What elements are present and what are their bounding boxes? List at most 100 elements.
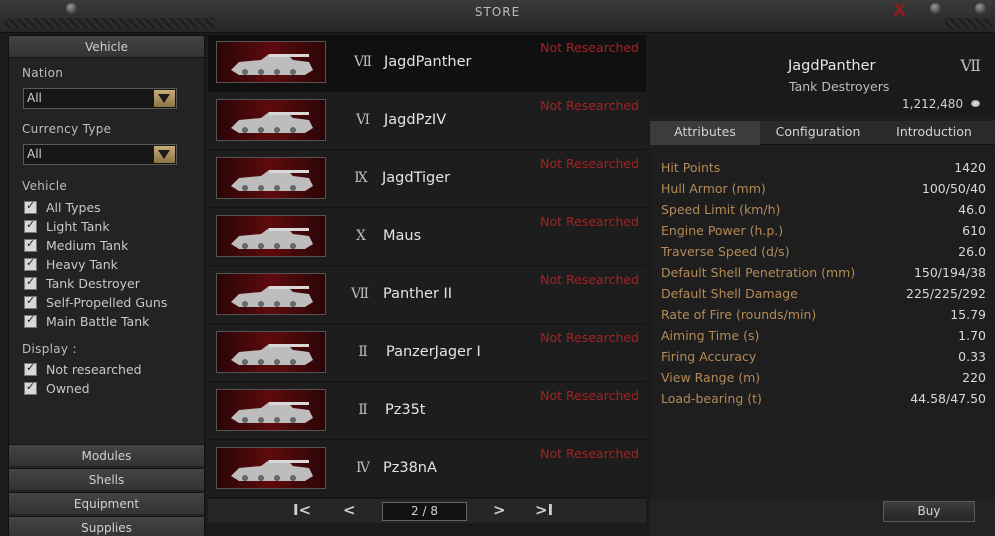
filter-light-tank[interactable]: Light Tank	[24, 217, 110, 235]
tab-attributes[interactable]: Attributes	[650, 121, 760, 145]
currency-type-value: All	[27, 147, 42, 161]
filter-tank-destroyer[interactable]: Tank Destroyer	[24, 274, 140, 292]
research-status: Not Researched	[540, 156, 639, 171]
buy-button[interactable]: Buy	[883, 501, 975, 522]
filter-all-types[interactable]: All Types	[24, 198, 101, 216]
attribute-name: Hit Points	[661, 160, 721, 175]
tank-row[interactable]: Ⅱ Pz35t Not Researched	[208, 383, 646, 440]
attribute-value: 610	[962, 223, 986, 238]
attribute-name: Aiming Time (s)	[661, 328, 760, 343]
attribute-row: Load-bearing (t) 44.58/47.50	[661, 391, 986, 412]
window-title: STORE	[474, 5, 521, 19]
tank-row[interactable]: Ⅶ JagdPanther Not Researched	[208, 35, 646, 92]
tank-row[interactable]: Ⅵ JagdPzIV Not Researched	[208, 93, 646, 150]
tank-row[interactable]: Ⅹ Maus Not Researched	[208, 209, 646, 266]
checkbox[interactable]	[24, 294, 37, 309]
nation-label: Nation	[22, 66, 64, 80]
attribute-value: 220	[962, 370, 986, 385]
checkbox[interactable]	[24, 237, 37, 252]
tab-configuration[interactable]: Configuration	[763, 121, 873, 145]
tank-tier: Ⅶ	[350, 286, 370, 302]
attribute-row: Traverse Speed (d/s) 26.0	[661, 244, 986, 265]
checkbox[interactable]	[24, 361, 37, 376]
nation-value: All	[27, 91, 42, 105]
attribute-value: 15.79	[950, 307, 986, 322]
checkbox[interactable]	[24, 256, 37, 271]
first-page-button[interactable]: I<	[293, 501, 311, 519]
checkbox[interactable]	[24, 275, 37, 290]
nation-dropdown[interactable]: All	[23, 88, 177, 109]
currency-type-dropdown[interactable]: All	[23, 144, 177, 165]
attribute-name: Traverse Speed (d/s)	[661, 244, 790, 259]
attribute-row: Hit Points 1420	[661, 160, 986, 181]
supplies-button[interactable]: Supplies	[9, 516, 204, 536]
close-button[interactable]: X	[893, 1, 906, 21]
prev-page-button[interactable]: <	[343, 501, 356, 519]
tank-name: Panther II	[383, 286, 453, 302]
tank-tier: Ⅶ	[353, 54, 373, 70]
attribute-value: 1.70	[958, 328, 986, 343]
research-status: Not Researched	[540, 98, 639, 113]
attribute-name: Load-bearing (t)	[661, 391, 762, 406]
attribute-name: Engine Power (h.p.)	[661, 223, 784, 238]
next-page-button[interactable]: >	[493, 501, 506, 519]
vehicle-section-header[interactable]: Vehicle	[9, 36, 204, 58]
tank-row[interactable]: Ⅱ PanzerJager I Not Researched	[208, 325, 646, 382]
attribute-value: 225/225/292	[906, 286, 986, 301]
pagination: I< < 2 / 8 > >I	[208, 499, 646, 523]
detail-tabs: Attributes Configuration Introduction	[650, 121, 995, 145]
equipment-button[interactable]: Equipment	[9, 492, 204, 514]
checkbox[interactable]	[24, 380, 37, 395]
tank-tier: Ⅵ	[355, 112, 371, 128]
dropdown-arrow-icon[interactable]	[154, 90, 175, 107]
filter-heavy-tank[interactable]: Heavy Tank	[24, 255, 118, 273]
checkbox[interactable]	[24, 313, 37, 328]
detail-panel: JagdPanther Ⅶ Tank Destroyers 1,212,480 …	[650, 35, 995, 536]
research-status: Not Researched	[540, 446, 639, 461]
research-status: Not Researched	[540, 272, 639, 287]
detail-header: JagdPanther Ⅶ Tank Destroyers 1,212,480	[650, 35, 995, 118]
attribute-value: 1420	[954, 160, 986, 175]
tank-list: Ⅶ JagdPanther Not Researched Ⅵ JagdPzIV …	[208, 35, 646, 499]
attribute-row: Hull Armor (mm) 100/50/40	[661, 181, 986, 202]
filter-main-battle-tank[interactable]: Main Battle Tank	[24, 312, 149, 330]
tank-row[interactable]: Ⅳ Pz38nA Not Researched	[208, 441, 646, 498]
attribute-value: 46.0	[958, 202, 986, 217]
tab-introduction[interactable]: Introduction	[881, 121, 987, 145]
filter-not-researched[interactable]: Not researched	[24, 360, 142, 378]
checkbox-label: Not researched	[46, 361, 142, 377]
research-status: Not Researched	[540, 40, 639, 55]
checkbox-label: Self-Propelled Guns	[46, 294, 168, 310]
tank-name: Pz38nA	[383, 460, 437, 476]
attribute-name: Default Shell Damage	[661, 286, 798, 301]
filter-self-propelled-guns[interactable]: Self-Propelled Guns	[24, 293, 167, 311]
modules-button[interactable]: Modules	[9, 444, 204, 466]
checkbox-label: Heavy Tank	[46, 256, 118, 272]
tank-row[interactable]: Ⅸ JagdTiger Not Researched	[208, 151, 646, 208]
page-indicator: 2 / 8	[382, 502, 467, 521]
tank-name: JagdPanther	[384, 54, 472, 70]
dropdown-arrow-icon[interactable]	[154, 146, 175, 163]
attribute-row: Default Shell Damage 225/225/292	[661, 286, 986, 307]
checkbox-label: Owned	[46, 380, 90, 396]
decorative-stripe	[4, 18, 214, 28]
filter-panel: Vehicle Nation All Currency Type All Veh…	[8, 35, 205, 536]
detail-tank-name: JagdPanther	[788, 58, 876, 74]
tank-thumbnail	[216, 215, 326, 257]
checkbox[interactable]	[24, 199, 37, 214]
filter-medium-tank[interactable]: Medium Tank	[24, 236, 128, 254]
attribute-name: Default Shell Penetration (mm)	[661, 265, 856, 280]
tank-row[interactable]: Ⅶ Panther II Not Researched	[208, 267, 646, 324]
checkbox-label: All Types	[46, 199, 101, 215]
last-page-button[interactable]: >I	[535, 501, 553, 519]
display-label: Display :	[22, 342, 77, 356]
filter-owned[interactable]: Owned	[24, 379, 90, 397]
tank-name: Pz35t	[385, 402, 426, 418]
detail-tank-tier: Ⅶ	[960, 56, 981, 75]
checkbox-label: Light Tank	[46, 218, 110, 234]
attribute-value: 100/50/40	[921, 181, 986, 196]
checkbox-label: Tank Destroyer	[46, 275, 140, 291]
checkbox[interactable]	[24, 218, 37, 233]
shells-button[interactable]: Shells	[9, 468, 204, 490]
checkbox-label: Medium Tank	[46, 237, 129, 253]
